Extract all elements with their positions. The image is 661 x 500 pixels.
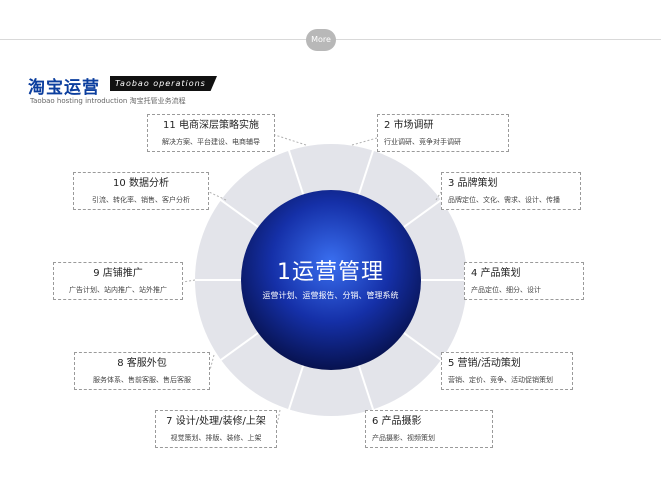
step-title: 11 电商深层策略实施 bbox=[163, 120, 259, 131]
connector-line bbox=[209, 354, 215, 371]
step-title: 4 产品策划 bbox=[471, 268, 521, 279]
step-desc: 引流、转化率、销售、客户分析 bbox=[92, 196, 190, 204]
connector-line bbox=[274, 134, 307, 146]
step-box-2: 2 市场调研 行业调研、竞争对手调研 bbox=[377, 114, 509, 152]
step-desc: 服务体系、售前客服、售后客服 bbox=[93, 376, 191, 384]
step-box-3: 3 品牌策划 品牌定位、文化、需求、设计、传播 bbox=[441, 172, 581, 210]
step-box-8: 8 客服外包 服务体系、售前客服、售后客服 bbox=[74, 352, 210, 390]
step-desc: 行业调研、竞争对手调研 bbox=[384, 138, 461, 146]
step-box-5: 5 营销/活动策划 营销、定价、竞争、活动促销策划 bbox=[441, 352, 573, 390]
step-desc: 视觉策划、排版、装修、上架 bbox=[170, 434, 262, 442]
step-box-9: 9 店铺推广 广告计划、站内推广、站外推广 bbox=[53, 262, 183, 300]
step-title: 8 客服外包 bbox=[117, 358, 167, 369]
step-title: 10 数据分析 bbox=[113, 178, 169, 189]
connector-line bbox=[351, 137, 378, 146]
step-box-11: 11 电商深层策略实施 解决方案、平台建设、电商辅导 bbox=[147, 114, 275, 152]
step-desc: 广告计划、站内推广、站外推广 bbox=[69, 286, 167, 294]
step-desc: 产品摄影、视频策划 bbox=[372, 434, 435, 442]
step-box-7: 7 设计/处理/装修/上架 视觉策划、排版、装修、上架 bbox=[155, 410, 277, 448]
step-title: 7 设计/处理/装修/上架 bbox=[166, 416, 266, 427]
step-desc: 品牌定位、文化、需求、设计、传播 bbox=[448, 196, 560, 204]
connector-line bbox=[276, 409, 281, 426]
step-desc: 解决方案、平台建设、电商辅导 bbox=[162, 138, 260, 146]
step-title: 9 店铺推广 bbox=[93, 268, 143, 279]
step-title: 2 市场调研 bbox=[384, 120, 434, 131]
step-box-6: 6 产品摄影 产品摄影、视频策划 bbox=[365, 410, 493, 448]
step-box-4: 4 产品策划 产品定位、细分、设计 bbox=[464, 262, 584, 300]
step-title: 3 品牌策划 bbox=[448, 178, 498, 189]
step-box-10: 10 数据分析 引流、转化率、销售、客户分析 bbox=[73, 172, 209, 210]
step-desc: 产品定位、细分、设计 bbox=[471, 286, 541, 294]
process-ring-diagram bbox=[182, 134, 469, 426]
step-desc: 营销、定价、竞争、活动促销策划 bbox=[448, 376, 553, 384]
step-title: 5 营销/活动策划 bbox=[448, 358, 521, 369]
step-title: 6 产品摄影 bbox=[372, 416, 422, 427]
